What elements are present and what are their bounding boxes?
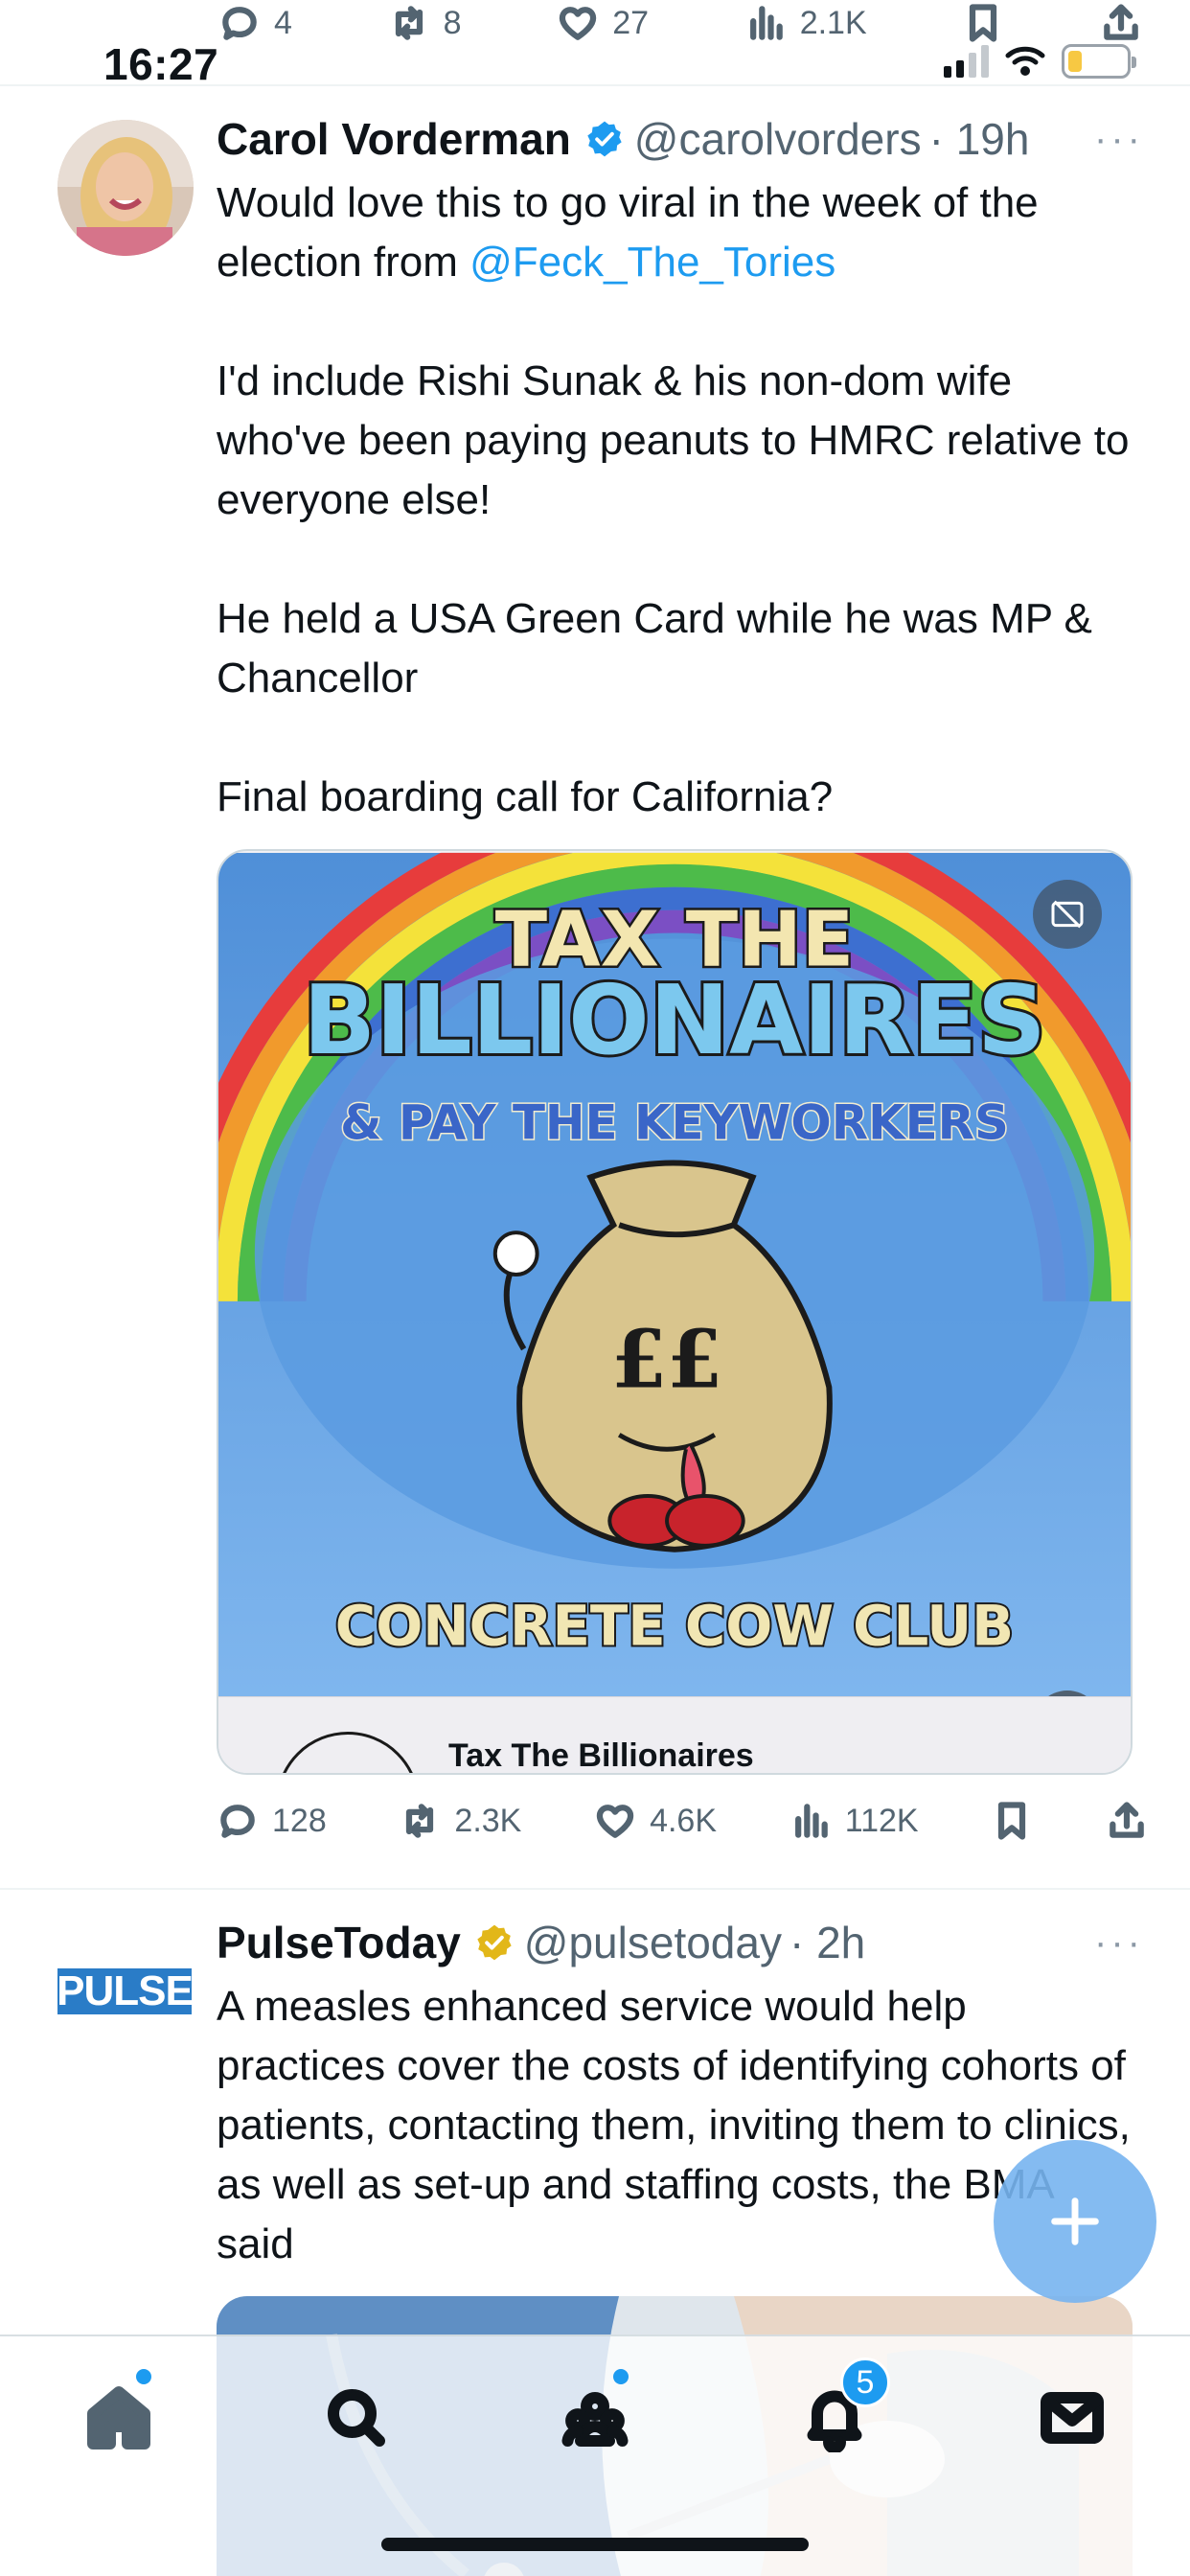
reply-count: 4 (274, 4, 292, 41)
retweet-icon (406, 1804, 434, 1838)
tab-search[interactable] (313, 2375, 400, 2461)
avatar-pulse-logo[interactable]: PULSE (57, 1967, 194, 2014)
captions-button[interactable] (1033, 880, 1102, 949)
heart-icon (560, 7, 597, 40)
verified-badge-icon (584, 119, 625, 159)
reply-icon (220, 1805, 255, 1838)
tab-communities[interactable] (552, 2375, 638, 2461)
cellular-signal-icon (944, 45, 989, 78)
views-icon (749, 6, 783, 40)
heart-icon (596, 1805, 634, 1838)
like-button[interactable]: 4.6K (594, 1800, 717, 1842)
communities-icon (561, 2392, 629, 2447)
tab-home[interactable] (76, 2375, 162, 2461)
card-avatar (276, 1732, 420, 1773)
divider (0, 84, 1190, 86)
media-line3: & PAY THE KEYWORKERS (340, 1095, 1009, 1151)
retweet-count: 2.3K (454, 1802, 522, 1839)
tweet-video-card[interactable]: TAX THE BILLIONAIRES & PAY THE KEYWORKER… (217, 849, 1133, 1775)
plus-icon (1051, 2197, 1099, 2245)
battery-icon (1062, 44, 1136, 79)
divider (0, 1888, 1190, 1890)
card-title: Tax The Billionaires (448, 1737, 754, 1774)
views-icon (794, 1804, 828, 1838)
retweet-button[interactable]: 8 (388, 2, 462, 44)
media-club: CONCRETE COW CLUB (335, 1593, 1014, 1658)
retweet-icon (395, 6, 423, 40)
views-count: 112K (844, 1802, 919, 1839)
tweet-text-body: I'd include Rishi Sunak & his non-dom wi… (217, 357, 1130, 820)
home-icon (87, 2386, 150, 2450)
tweet-text: Would love this to go viral in the week … (217, 173, 1133, 827)
communities-unread-dot (613, 2369, 629, 2384)
previous-tweet-actions: 4 8 27 2.1K (218, 0, 1142, 46)
verified-gold-badge-icon (474, 1922, 515, 1963)
retweet-count: 8 (443, 4, 462, 41)
tweet-actions: 128 2.3K 4.6K 112K (217, 1800, 1148, 1842)
share-button[interactable] (1106, 1800, 1148, 1842)
views-count: 2.1K (799, 4, 867, 41)
more-options-icon[interactable]: ··· (1094, 118, 1144, 161)
notifications-badge: 5 (840, 2358, 890, 2407)
avatar[interactable] (57, 120, 194, 256)
like-count: 27 (612, 4, 650, 41)
reply-icon (222, 7, 257, 40)
tweet-time: · 19h (928, 114, 1030, 164)
views-button[interactable]: 2.1K (744, 2, 867, 44)
mention-link[interactable]: @Feck_The_Tories (469, 239, 835, 286)
user-handle[interactable]: @carolvorders (634, 113, 922, 165)
search-icon (328, 2389, 385, 2447)
tab-messages[interactable] (1029, 2375, 1115, 2461)
views-button[interactable]: 112K (790, 1800, 919, 1842)
reply-count: 128 (272, 1802, 327, 1839)
tweet-time: · 2h (789, 1918, 866, 1967)
bookmark-icon (970, 4, 997, 42)
like-button[interactable]: 27 (557, 2, 649, 44)
display-name[interactable]: Carol Vorderman (217, 113, 571, 165)
like-count: 4.6K (650, 1802, 718, 1839)
status-icons (944, 44, 1136, 79)
wifi-icon (1005, 46, 1045, 76)
home-indicator (381, 2538, 809, 2551)
reply-button[interactable]: 4 (218, 2, 292, 44)
bag-symbols: ££ (611, 1312, 722, 1407)
video-thumbnail: TAX THE BILLIONAIRES & PAY THE KEYWORKER… (218, 852, 1131, 1699)
share-icon (1104, 4, 1138, 40)
tweet-header: Carol Vorderman @carolvorders · 19h ··· (217, 113, 1144, 165)
retweet-button[interactable]: 2.3K (399, 1800, 521, 1842)
bookmark-button[interactable] (991, 1800, 1033, 1842)
reply-button[interactable]: 128 (217, 1800, 327, 1842)
tweet-header: PulseToday @pulsetoday · 2h ··· (217, 1917, 1144, 1968)
mail-icon (1041, 2392, 1104, 2444)
media-line2: BILLIONAIRES (303, 966, 1045, 1076)
card-footer[interactable]: Tax The Billionaires (218, 1696, 1131, 1773)
compose-tweet-button[interactable] (994, 2140, 1156, 2303)
more-options-icon[interactable]: ··· (1094, 1921, 1144, 1965)
bookmark-button[interactable] (962, 2, 1004, 44)
captions-off-icon (1051, 900, 1084, 929)
bookmark-icon (998, 1802, 1026, 1840)
share-button[interactable] (1100, 2, 1142, 44)
home-unread-dot (136, 2369, 151, 2384)
share-icon (1110, 1802, 1144, 1838)
display-name[interactable]: PulseToday (217, 1917, 461, 1968)
status-time: 16:27 (103, 39, 219, 89)
user-handle[interactable]: @pulsetoday (524, 1917, 782, 1968)
